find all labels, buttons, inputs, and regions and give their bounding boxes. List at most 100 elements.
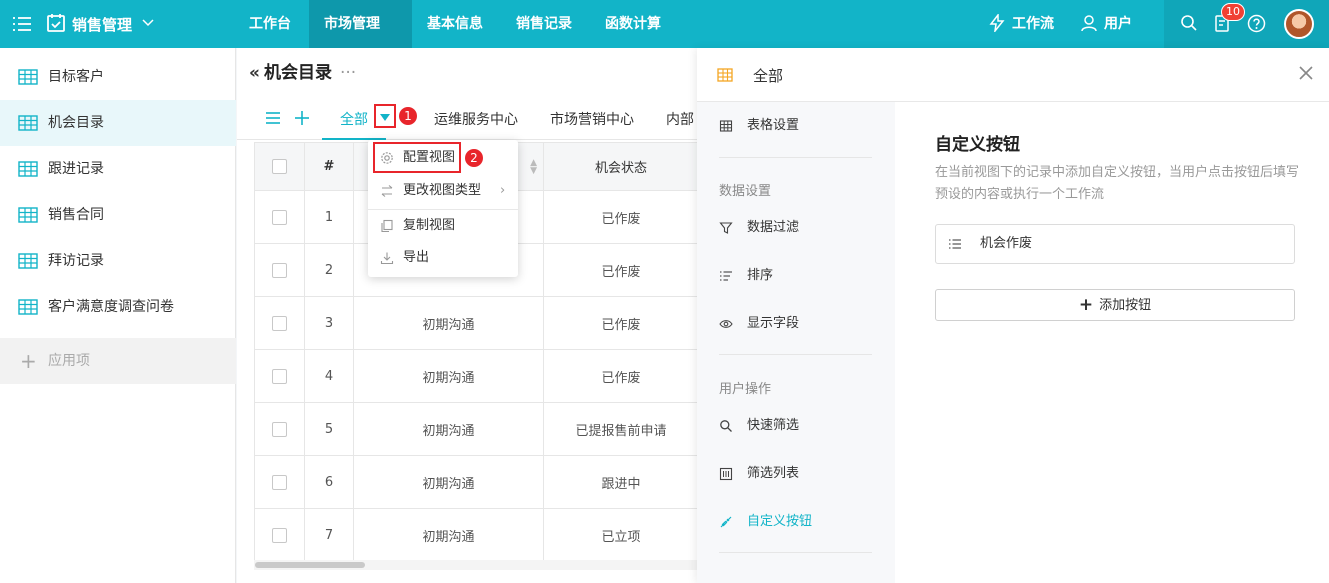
row-select-cell	[255, 403, 305, 455]
menu-item-change-view-type[interactable]: 更改视图类型 ›	[368, 175, 518, 207]
annotation-number-1: 1	[399, 107, 417, 125]
select-all-cell	[255, 143, 305, 190]
add-app-item-button[interactable]: + 应用项	[0, 338, 236, 384]
row-stage: 初期沟通	[354, 350, 544, 402]
sidebar-item-target-customers[interactable]: 目标客户	[0, 54, 236, 100]
sidebar-item-sales-contracts[interactable]: 销售合同	[0, 192, 236, 238]
panel-nav-show-fields[interactable]: 显示字段	[719, 314, 799, 334]
panel-nav-group-data: 数据设置	[719, 184, 772, 199]
table-row[interactable]: 7 初期沟通 已立项	[255, 509, 697, 562]
top-bar: 销售管理 工作台 市场管理 基本信息 销售记录 函数计算 工作流 用户 10	[0, 0, 1329, 75]
sort-icon[interactable]: ▲ ▼	[530, 158, 537, 175]
list-icon	[949, 239, 961, 249]
section-description: 在当前视图下的记录中添加自定义按钮，当用户点击按钮后填写预设的内容或执行一个工作…	[935, 165, 1300, 202]
row-status: 跟进中	[601, 476, 641, 492]
menu-item-label: 导出	[403, 250, 430, 265]
nav-basic-info[interactable]: 基本信息	[412, 0, 498, 48]
help-icon[interactable]	[1247, 14, 1266, 33]
copy-icon	[381, 219, 393, 233]
table-row[interactable]: 3 初期沟通 已作废	[255, 297, 697, 350]
panel-nav-label: 显示字段	[747, 316, 800, 331]
sidebar-item-visit-records[interactable]: 拜访记录	[0, 238, 236, 284]
table-icon	[717, 68, 733, 82]
row-select-cell	[255, 350, 305, 402]
select-all-checkbox[interactable]	[272, 159, 287, 174]
column-header-number: #	[305, 143, 354, 190]
table-row[interactable]: 5 初期沟通 已提报售前申请	[255, 403, 697, 456]
nav-workbench[interactable]: 工作台	[234, 0, 306, 48]
add-view-icon[interactable]	[294, 110, 310, 126]
table-row[interactable]: 6 初期沟通 跟进中	[255, 456, 697, 509]
row-checkbox[interactable]	[272, 262, 287, 278]
row-select-cell	[255, 244, 305, 296]
menu-icon[interactable]	[12, 14, 32, 34]
table-icon	[18, 115, 38, 131]
tab-label: 全部	[340, 112, 368, 128]
chevron-down-icon[interactable]	[141, 16, 155, 30]
column-header-status[interactable]: 机会状态	[544, 143, 697, 190]
lightning-icon	[989, 12, 1005, 34]
sidebar-item-satisfaction-survey[interactable]: 客户满意度调查问卷	[0, 284, 236, 330]
nav-function-calc[interactable]: 函数计算	[590, 0, 676, 48]
sidebar-item-followup-records[interactable]: 跟进记录	[0, 146, 236, 192]
custom-button-item[interactable]: 机会作废	[935, 224, 1295, 264]
collapse-sidebar-icon[interactable]: «	[249, 63, 260, 83]
app-name[interactable]: 销售管理	[72, 14, 132, 35]
row-checkbox[interactable]	[272, 368, 287, 384]
add-button-label: 添加按钮	[1099, 298, 1152, 313]
view-list-icon[interactable]	[265, 110, 281, 126]
more-options-icon[interactable]: ···	[340, 63, 356, 83]
plus-icon: +	[1078, 295, 1094, 315]
panel-nav-label: 快速筛选	[747, 418, 800, 433]
sidebar-item-label: 销售合同	[48, 207, 104, 223]
sidebar-item-label: 客户满意度调查问卷	[48, 299, 174, 315]
download-icon	[380, 252, 394, 265]
panel-nav-divider	[719, 354, 872, 355]
menu-item-copy-view[interactable]: 复制视图	[368, 210, 518, 242]
row-select-cell	[255, 456, 305, 508]
switch-arrows-icon	[381, 185, 393, 197]
plus-icon: +	[20, 349, 37, 373]
panel-nav-divider	[719, 552, 872, 553]
sidebar: 目标客户 机会目录 跟进记录 销售合同 拜访记录 客户满意度调查问卷 + 应用项	[0, 48, 236, 583]
row-checkbox[interactable]	[272, 315, 287, 331]
add-button[interactable]: + 添加按钮	[935, 289, 1295, 321]
horizontal-scrollbar[interactable]	[255, 562, 365, 568]
nav-sales-records[interactable]: 销售记录	[501, 0, 587, 48]
panel-nav-data-filter[interactable]: 数据过滤	[719, 218, 799, 238]
panel-nav-sort[interactable]: 排序	[719, 266, 773, 286]
panel-nav-filter-list[interactable]: 筛选列表	[719, 464, 799, 484]
nav-market-management[interactable]: 市场管理	[309, 0, 412, 75]
row-checkbox[interactable]	[272, 527, 287, 543]
close-icon[interactable]	[1297, 64, 1315, 82]
grid-icon	[719, 120, 733, 132]
view-tabs-bar: 全部 运维服务中心 市场营销中心 内部	[237, 100, 697, 140]
workflow-button[interactable]: 工作流	[988, 12, 1054, 34]
avatar[interactable]	[1284, 9, 1314, 39]
panel-nav-custom-button[interactable]: 自定义按钮	[719, 512, 812, 532]
tab-marketing-center[interactable]: 市场营销中心	[550, 108, 634, 140]
eye-icon	[719, 320, 733, 328]
sidebar-item-opportunity-catalog[interactable]: 机会目录	[0, 100, 236, 146]
tab-internal[interactable]: 内部	[666, 108, 697, 140]
row-checkbox[interactable]	[272, 474, 287, 490]
row-checkbox[interactable]	[272, 209, 287, 225]
page-header: «机会目录 ···	[249, 58, 356, 83]
panel-nav-table-settings[interactable]: 表格设置	[719, 116, 799, 136]
user-button[interactable]: 用户	[1080, 14, 1132, 34]
table-icon	[18, 161, 38, 177]
row-status: 已立项	[601, 529, 641, 545]
panel-nav-label: 排序	[747, 268, 774, 283]
notification-badge: 10	[1221, 3, 1245, 21]
row-checkbox[interactable]	[272, 421, 287, 437]
table-row[interactable]: 4 初期沟通 已作废	[255, 350, 697, 403]
nav-label: 市场管理	[324, 16, 380, 32]
panel-nav-quick-filter[interactable]: 快速筛选	[719, 416, 799, 436]
search-icon[interactable]	[1180, 14, 1198, 32]
user-icon	[1081, 15, 1097, 32]
tab-ops-service-center[interactable]: 运维服务中心	[434, 108, 518, 140]
menu-item-export[interactable]: 导出	[368, 242, 518, 274]
panel-title: 全部	[753, 67, 784, 85]
chevron-right-icon: ›	[500, 183, 506, 198]
sidebar-item-label: 拜访记录	[48, 253, 104, 269]
